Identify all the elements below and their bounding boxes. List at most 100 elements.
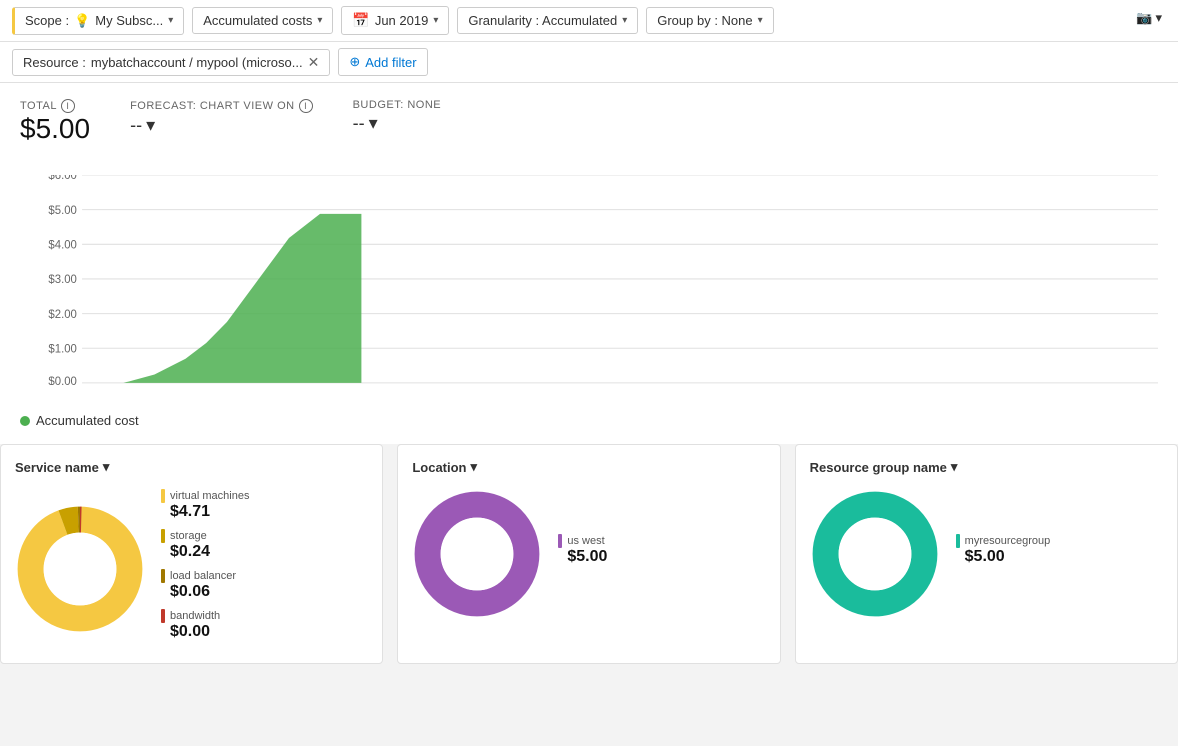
add-filter-button[interactable]: ⊕ Add filter [338,48,427,76]
legend-item-vm: virtual machines $4.71 [161,489,368,521]
download-button[interactable]: 📷 ▾ [1136,10,1162,26]
costs-button[interactable]: Accumulated costs ▾ [192,7,333,34]
resource-group-card-body: myresourcegroup $5.00 [810,489,1163,619]
lb-value: $0.06 [170,583,368,601]
lb-label: load balancer [170,570,236,582]
bw-label: bandwidth [170,610,220,622]
location-card: Location ▾ us west $5.00 [397,444,780,664]
download-icon: 📷 [1136,10,1152,26]
scope-chevron-icon: ▾ [168,15,173,26]
total-value: $5.00 [20,113,90,145]
legend-item-bw: bandwidth $0.00 [161,609,368,641]
scope-label: Scope : [25,13,69,28]
service-name-label: Service name [15,460,99,475]
service-name-donut [15,504,145,634]
forecast-chevron-icon[interactable]: ▾ [146,115,155,136]
summary-section: TOTAL i $5.00 FORECAST: CHART VIEW ON i … [0,83,1178,145]
forecast-value: -- [130,115,142,136]
svg-text:$0.00: $0.00 [48,376,76,385]
location-label: Location [412,460,466,475]
storage-label: storage [170,530,207,542]
legend-item-storage: storage $0.24 [161,529,368,561]
groupby-chevron-icon: ▾ [758,15,763,26]
service-name-legend: virtual machines $4.71 storage $0.24 loa… [161,489,368,649]
service-name-chevron-icon: ▾ [103,459,110,475]
vm-color-bar [161,489,165,503]
storage-color-bar [161,529,165,543]
service-name-card: Service name ▾ [0,444,383,664]
storage-value: $0.24 [170,543,368,561]
uswest-color-bar [558,534,562,548]
scope-icon: 💡 [74,13,90,29]
svg-text:$2.00: $2.00 [48,309,76,321]
resource-group-label: Resource group name [810,460,947,475]
resource-group-card-header[interactable]: Resource group name ▾ [810,459,1163,475]
location-card-body: us west $5.00 [412,489,765,619]
granularity-chevron-icon: ▾ [622,15,627,26]
bw-color-bar [161,609,165,623]
costs-chevron-icon: ▾ [317,15,322,26]
filter-value: mybatchaccount / mypool (microso... [91,55,303,70]
date-label: Jun 2019 [375,13,429,28]
accumulated-cost-legend-label: Accumulated cost [36,413,139,428]
location-chevron-icon: ▾ [471,459,478,475]
chart-area: $6.00 $5.00 $4.00 $3.00 $2.00 $1.00 $0.0… [0,155,1178,405]
filter-close-button[interactable]: ✕ [308,55,320,69]
location-card-header[interactable]: Location ▾ [412,459,765,475]
forecast-info-icon[interactable]: i [299,99,313,113]
location-donut-svg [412,489,542,619]
budget-summary: BUDGET: NONE -- ▾ [353,99,442,134]
resource-group-donut-svg [810,489,940,619]
myrg-label: myresourcegroup [965,535,1051,547]
resource-filter-tag: Resource : mybatchaccount / mypool (micr… [12,49,330,76]
lb-color-bar [161,569,165,583]
granularity-label: Granularity : Accumulated [468,13,617,28]
costs-label: Accumulated costs [203,13,312,28]
budget-chevron-icon[interactable]: ▾ [369,113,378,134]
calendar-icon: 📅 [352,12,369,29]
vm-value: $4.71 [170,503,368,521]
date-button[interactable]: 📅 Jun 2019 ▾ [341,6,449,35]
area-chart: $6.00 $5.00 $4.00 $3.00 $2.00 $1.00 $0.0… [20,175,1158,385]
location-donut [412,489,542,619]
accumulated-cost-legend-dot [20,416,30,426]
resource-group-donut [810,489,940,619]
resource-group-card: Resource group name ▾ myresourcegroup $5… [795,444,1178,664]
chart-legend: Accumulated cost [0,405,1178,444]
resource-group-chevron-icon: ▾ [951,459,958,475]
scope-value: My Subsc... [95,13,163,28]
legend-item-myrg: myresourcegroup $5.00 [956,534,1163,566]
granularity-button[interactable]: Granularity : Accumulated ▾ [457,7,638,34]
svg-text:$3.00: $3.00 [48,274,76,286]
legend-item-lb: load balancer $0.06 [161,569,368,601]
total-label: TOTAL [20,100,57,112]
service-name-donut-svg [15,504,145,634]
budget-value: -- [353,113,365,134]
uswest-label: us west [567,535,604,547]
filter-label: Resource : [23,55,86,70]
groupby-label: Group by : None [657,13,752,28]
add-filter-icon: ⊕ [349,54,360,70]
bw-value: $0.00 [170,623,368,641]
budget-label: BUDGET: NONE [353,99,442,111]
chart-container: $6.00 $5.00 $4.00 $3.00 $2.00 $1.00 $0.0… [20,175,1158,385]
svg-text:$5.00: $5.00 [48,205,76,217]
myrg-color-bar [956,534,960,548]
groupby-button[interactable]: Group by : None ▾ [646,7,773,34]
forecast-label: FORECAST: CHART VIEW ON [130,100,295,112]
legend-item-uswest: us west $5.00 [558,534,765,566]
vm-label: virtual machines [170,490,249,502]
uswest-value: $5.00 [567,548,765,566]
download-chevron-icon: ▾ [1155,10,1162,26]
add-filter-label: Add filter [365,55,416,70]
service-name-card-header[interactable]: Service name ▾ [15,459,368,475]
scope-button[interactable]: Scope : 💡 My Subsc... ▾ [12,7,184,35]
svg-text:$6.00: $6.00 [48,175,76,182]
service-name-card-body: virtual machines $4.71 storage $0.24 loa… [15,489,368,649]
total-summary: TOTAL i $5.00 [20,99,90,145]
total-info-icon[interactable]: i [61,99,75,113]
myrg-value: $5.00 [965,548,1163,566]
location-legend: us west $5.00 [558,534,765,574]
svg-text:$1.00: $1.00 [48,343,76,355]
forecast-summary: FORECAST: CHART VIEW ON i -- ▾ [130,99,313,136]
